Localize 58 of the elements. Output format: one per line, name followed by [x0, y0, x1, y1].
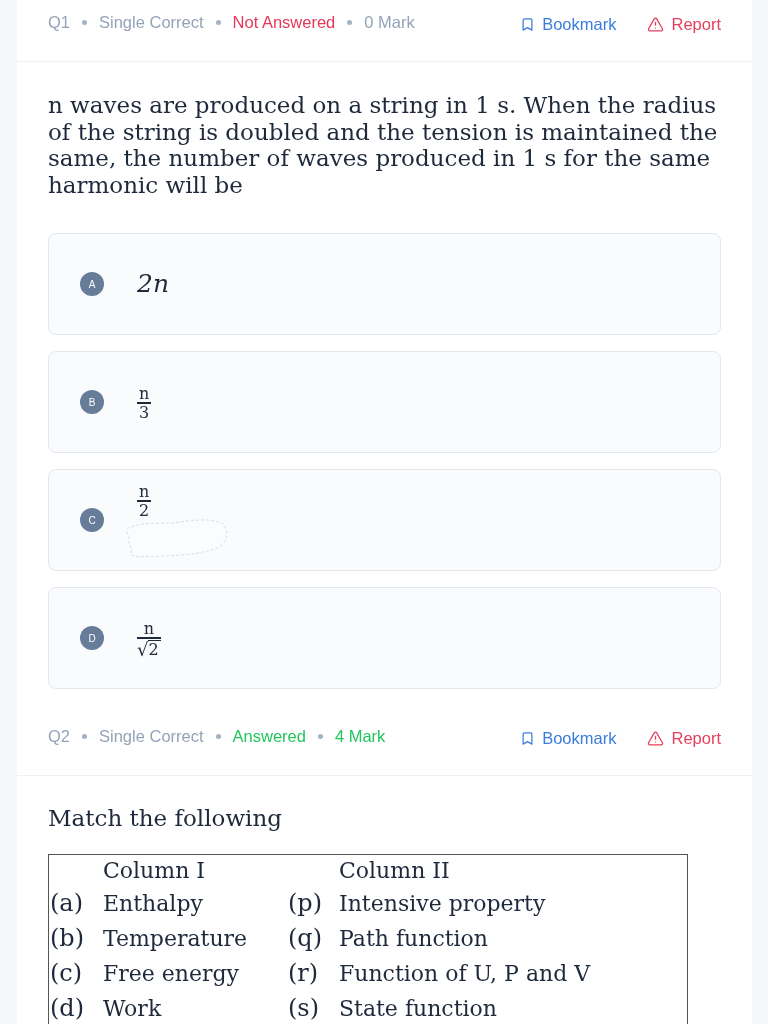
table-cell-text: State function — [339, 994, 498, 1023]
dot-icon — [347, 19, 353, 25]
table-cell-text: Enthalpy — [103, 889, 204, 918]
fraction-numerator: n — [142, 619, 155, 637]
question-text: n waves are produced on a string in 1 s. When the radius of the string is doubled and the tension is maintained the same, the number of waves produced in 1 s for the same harmonic will be — [48, 92, 719, 198]
item-label: (d) — [49, 992, 86, 1024]
bookmark-button[interactable]: Bookmark — [520, 728, 617, 748]
item-label: (r) — [288, 957, 320, 989]
item-label: (a) — [49, 887, 85, 919]
question-number: Q2 — [48, 726, 70, 746]
question-type: Single Correct — [99, 12, 204, 32]
table-cell-text: Free energy — [103, 959, 241, 988]
option-card[interactable]: A 2n — [48, 233, 721, 335]
column-heading: Column II — [339, 856, 451, 885]
question-text: Match the following — [48, 805, 283, 832]
marks-label: 4 Mark — [334, 726, 386, 746]
item-label: (b) — [49, 922, 86, 954]
option-card[interactable]: B n 3 — [48, 351, 721, 453]
table-cell-text: Work — [103, 994, 163, 1023]
fraction-denominator: 2 — [148, 639, 161, 659]
option-text: 2n — [137, 269, 169, 298]
dot-icon — [215, 733, 221, 739]
option-letter: D — [80, 626, 104, 650]
question-number: Q1 — [48, 12, 70, 32]
dot-icon — [215, 19, 221, 25]
item-label: (c) — [49, 957, 84, 989]
fraction-numerator: n — [138, 483, 151, 500]
dot-icon — [317, 733, 323, 739]
report-button[interactable]: Report — [647, 14, 721, 34]
fraction-numerator: n — [138, 385, 151, 402]
option-card[interactable]: D n √2 — [48, 587, 721, 689]
bookmark-button[interactable]: Bookmark — [520, 14, 617, 34]
item-label: (q) — [288, 922, 324, 954]
column-heading: Column I — [103, 856, 206, 885]
option-letter: A — [80, 272, 104, 296]
warning-icon — [647, 729, 665, 747]
radical-sign: √ — [137, 638, 149, 660]
option-letter: B — [80, 390, 104, 414]
option-letter: C — [80, 508, 104, 532]
fraction-denominator: 3 — [138, 404, 151, 422]
question-type: Single Correct — [99, 726, 204, 746]
table-cell-text: Intensive property — [339, 889, 547, 918]
dot-icon — [82, 19, 87, 25]
fraction-denominator: 2 — [138, 502, 151, 520]
bookmark-icon — [520, 730, 536, 746]
bookmark-icon — [520, 16, 536, 32]
warning-icon — [647, 15, 665, 33]
marks-label: 0 Mark — [364, 12, 415, 32]
answer-status: Not Answered — [232, 12, 336, 32]
table-cell-text: Temperature — [103, 924, 249, 953]
option-card[interactable]: C n 2 — [48, 469, 721, 571]
dot-icon — [82, 733, 87, 739]
item-label: (p) — [288, 887, 324, 919]
answer-status: Answered — [232, 726, 306, 746]
table-cell-text: Function of U, P and V — [339, 959, 592, 988]
report-button[interactable]: Report — [647, 728, 721, 748]
item-label: (s) — [288, 992, 321, 1024]
table-cell-text: Path function — [339, 924, 490, 953]
